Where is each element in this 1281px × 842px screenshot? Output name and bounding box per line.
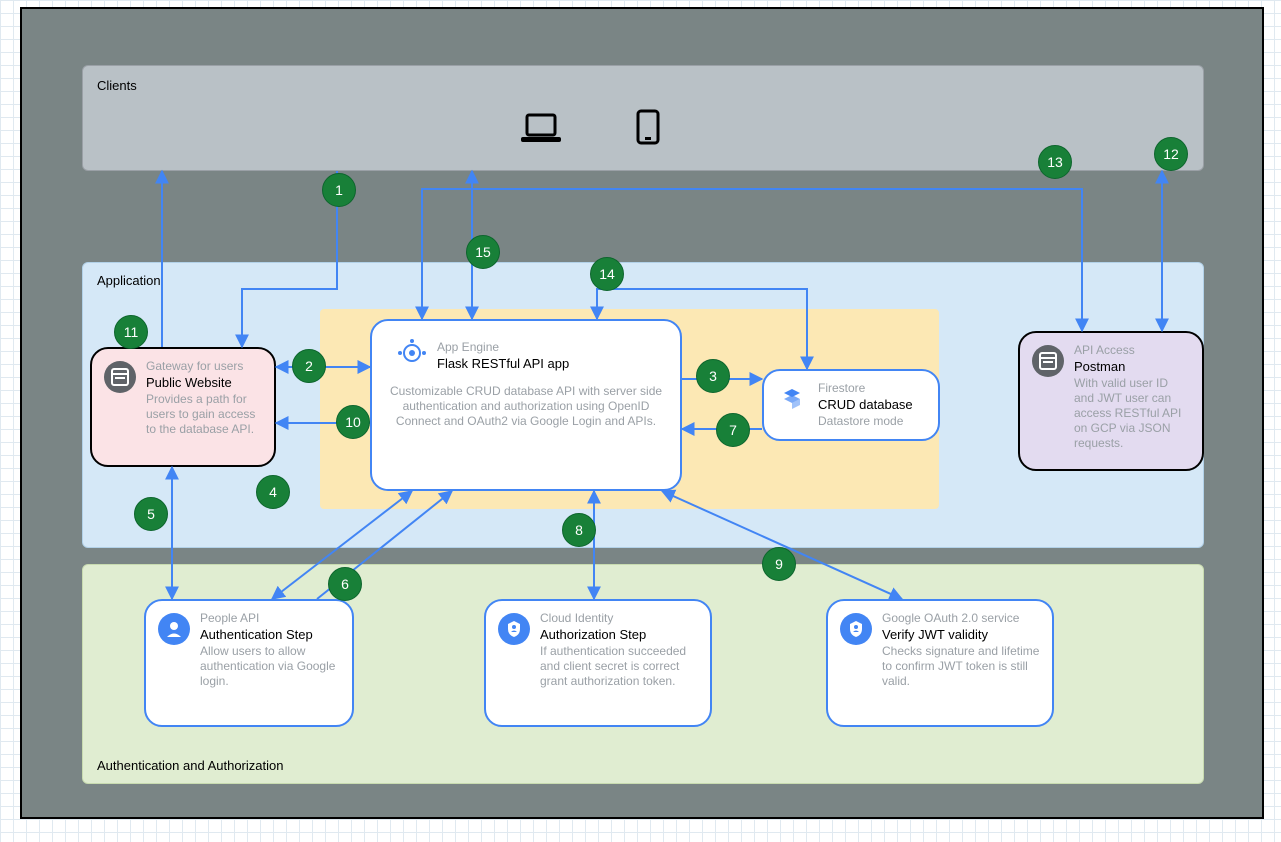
node-authz-step: Cloud Identity Authorization Step If aut… [484,599,712,727]
node-api-access: API Access Postman With valid user ID an… [1018,331,1204,471]
node-verify-desc: Checks signature and lifetime to confirm… [882,644,1040,689]
node-verify-subtitle: Google OAuth 2.0 service [882,611,1040,625]
mobile-icon [636,109,660,145]
marker-12: 12 [1154,137,1188,171]
marker-8: 8 [562,513,596,547]
node-public-website-subtitle: Gateway for users [146,359,262,373]
people-api-icon [158,613,190,645]
node-firestore: Firestore CRUD database Datastore mode [762,369,940,441]
node-verify: Google OAuth 2.0 service Verify JWT vali… [826,599,1054,727]
node-authz-step-title: Authorization Step [540,627,698,642]
node-firestore-subtitle: Firestore [818,381,926,395]
marker-9: 9 [762,547,796,581]
node-public-website-title: Public Website [146,375,262,390]
node-auth-step-title: Authentication Step [200,627,340,642]
marker-5: 5 [134,497,168,531]
website-icon [104,361,136,393]
node-public-website-desc: Provides a path for users to gain access… [146,392,262,437]
app-engine-icon [395,336,427,368]
node-firestore-desc: Datastore mode [818,414,926,429]
zone-clients-label: Clients [97,78,137,93]
node-auth-step-desc: Allow users to allow authentication via … [200,644,340,689]
api-access-icon [1032,345,1064,377]
node-flask: App Engine Flask RESTful API app Customi… [370,319,682,491]
node-auth-step-subtitle: People API [200,611,340,625]
node-public-website: Gateway for users Public Website Provide… [90,347,276,467]
oauth-shield-icon [840,613,872,645]
marker-10: 10 [336,405,370,439]
marker-14: 14 [590,257,624,291]
marker-13: 13 [1038,145,1072,179]
marker-1: 1 [322,173,356,207]
zone-auth-label: Authentication and Authorization [97,758,283,773]
marker-3: 3 [696,359,730,393]
marker-7: 7 [716,413,750,447]
node-flask-title: Flask RESTful API app [437,356,663,371]
diagram-canvas: Clients Application Authentication and A… [20,7,1264,819]
marker-2: 2 [292,349,326,383]
node-flask-subtitle: App Engine [437,340,663,354]
node-authz-step-desc: If authentication succeeded and client s… [540,644,698,689]
node-api-access-title: Postman [1074,359,1190,374]
node-api-access-subtitle: API Access [1074,343,1190,357]
node-verify-title: Verify JWT validity [882,627,1040,642]
marker-4: 4 [256,475,290,509]
marker-15: 15 [466,235,500,269]
marker-6: 6 [328,567,362,601]
node-api-access-desc: With valid user ID and JWT user can acce… [1074,376,1190,451]
node-auth-step: People API Authentication Step Allow use… [144,599,354,727]
zone-application-label: Application [97,273,161,288]
marker-11: 11 [114,315,148,349]
node-authz-step-subtitle: Cloud Identity [540,611,698,625]
node-firestore-title: CRUD database [818,397,926,412]
firestore-icon [776,383,808,415]
node-flask-desc: Customizable CRUD database API with serv… [386,384,666,429]
laptop-icon [519,113,563,145]
cloud-identity-icon [498,613,530,645]
